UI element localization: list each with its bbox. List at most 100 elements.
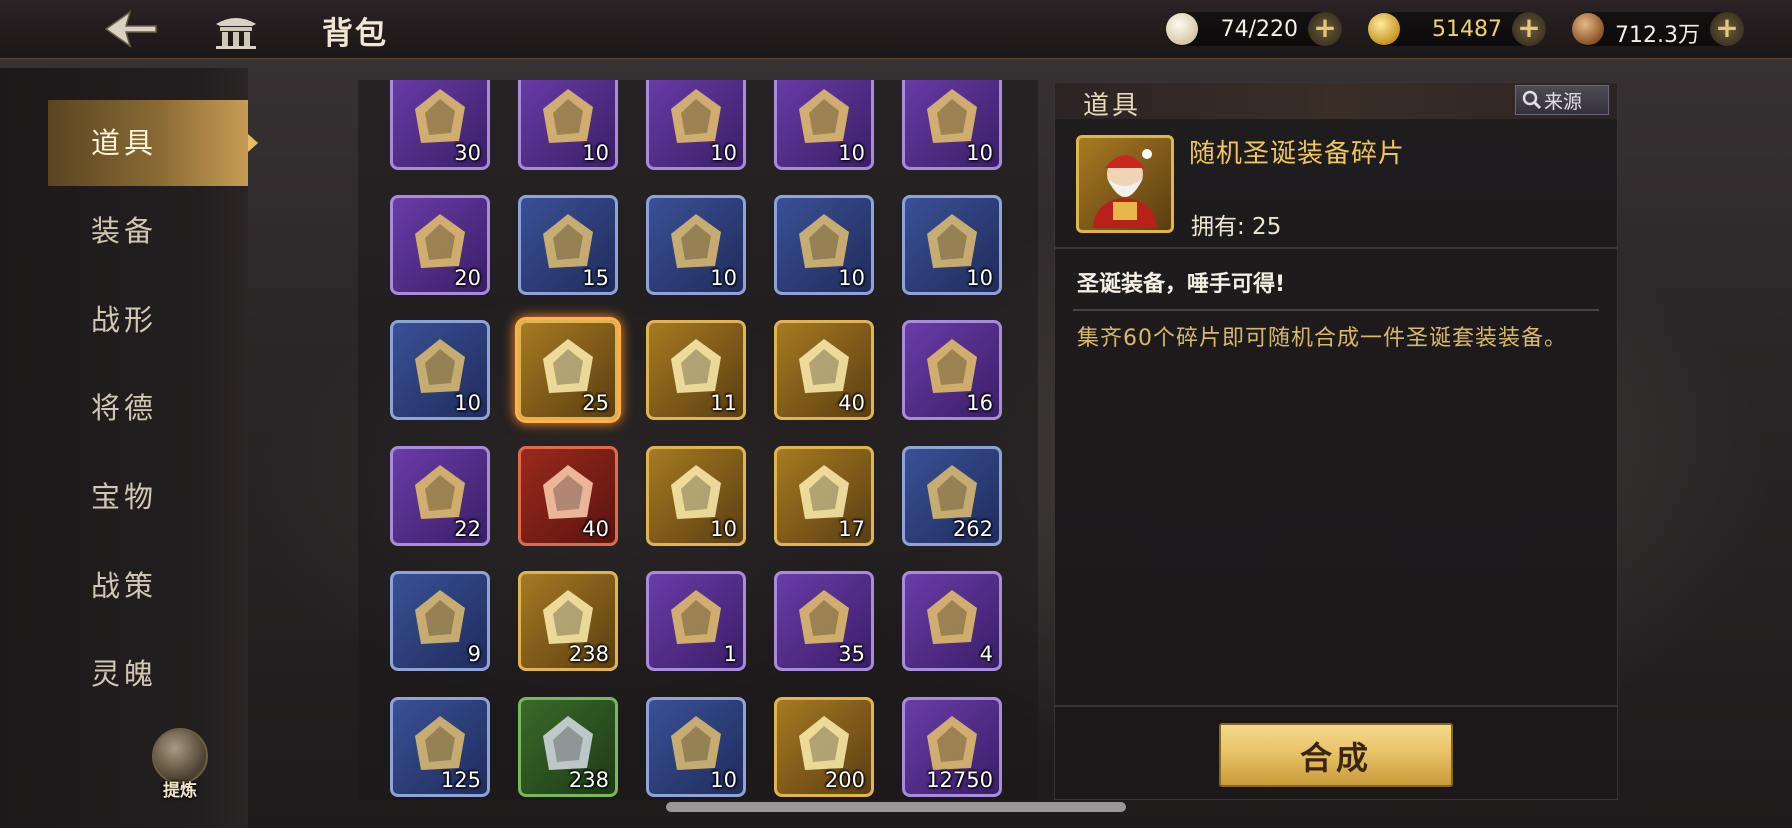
- horizontal-scrollbar[interactable]: [666, 802, 1126, 812]
- item-count: 10: [710, 141, 737, 165]
- compose-label: 合成: [1299, 739, 1372, 777]
- item-count: 10: [838, 266, 865, 290]
- item-count: 10: [582, 141, 609, 165]
- inventory-slot[interactable]: 1: [646, 571, 746, 671]
- sidebar-item-formation[interactable]: 战形: [48, 277, 248, 363]
- item-count: 40: [838, 391, 865, 415]
- inventory-slot[interactable]: 22: [390, 446, 490, 546]
- item-count: 10: [710, 768, 737, 792]
- item-count: 10: [966, 266, 993, 290]
- inventory-slot[interactable]: 40: [518, 446, 618, 546]
- inventory-slot[interactable]: 10: [774, 80, 874, 170]
- inventory-slot[interactable]: 30: [390, 80, 490, 170]
- inventory-slot[interactable]: 20: [390, 195, 490, 295]
- detail-header: 道具 来源: [1055, 83, 1617, 121]
- item-count: 10: [454, 391, 481, 415]
- item-count: 35: [838, 642, 865, 666]
- add-copper-button[interactable]: +: [1710, 12, 1744, 46]
- item-count: 10: [966, 141, 993, 165]
- inventory-slot[interactable]: 16: [902, 320, 1002, 420]
- add-gold-button[interactable]: +: [1512, 12, 1546, 46]
- source-button[interactable]: 来源: [1515, 85, 1609, 115]
- resource-value: 712.3万: [1615, 23, 1700, 48]
- inventory-slot[interactable]: 40: [774, 320, 874, 420]
- blue-crystal-cluster-icon: [927, 590, 977, 644]
- inventory-slot[interactable]: 10: [902, 80, 1002, 170]
- item-count: 17: [838, 517, 865, 541]
- top-bar: 背包 74/220 + 51487 + 712.3万 +: [0, 0, 1792, 59]
- selected-item-icon: [1076, 135, 1174, 233]
- copper-coin-icon: [1572, 13, 1604, 45]
- item-detail-panel: 道具 来源 随机圣诞装备碎片 拥有: 25 圣诞装备，唾手可得! 集齐60个碎片…: [1054, 82, 1618, 800]
- owned-count: 拥有: 25: [1191, 214, 1282, 240]
- item-count: 20: [454, 266, 481, 290]
- inventory-slot[interactable]: 12750: [902, 697, 1002, 797]
- resource-bun: 74/220 +: [1166, 12, 1342, 46]
- gold-ingot-icon: [1368, 13, 1400, 45]
- page-title: 背包: [322, 16, 388, 52]
- inventory-slot[interactable]: 35: [774, 571, 874, 671]
- inventory-slot[interactable]: 262: [902, 446, 1002, 546]
- item-count: 15: [582, 266, 609, 290]
- inventory-slot[interactable]: 10: [646, 697, 746, 797]
- palace-icon: [216, 18, 256, 49]
- sidebar-item-virtue[interactable]: 将德: [48, 365, 248, 451]
- item-count: 238: [568, 642, 609, 666]
- inventory-slot[interactable]: 10: [390, 320, 490, 420]
- item-count: 16: [966, 391, 993, 415]
- bun-icon: [1166, 13, 1198, 45]
- inventory-slot[interactable]: 10: [902, 195, 1002, 295]
- item-count: 25: [582, 391, 609, 415]
- inventory-slot[interactable]: 10: [518, 80, 618, 170]
- sidebar-item-treasure[interactable]: 宝物: [48, 454, 248, 540]
- inventory-slot[interactable]: 11: [646, 320, 746, 420]
- item-count: 262: [952, 517, 993, 541]
- inventory-slot[interactable]: 10: [646, 195, 746, 295]
- item-count: 10: [710, 266, 737, 290]
- item-count: 10: [838, 141, 865, 165]
- item-count: 9: [467, 642, 481, 666]
- sidebar-item-soul[interactable]: 灵魄: [48, 631, 248, 717]
- item-tagline: 圣诞装备，唾手可得!: [1077, 272, 1286, 297]
- item-count: 200: [824, 768, 865, 792]
- divider: [1055, 705, 1617, 707]
- divider: [1055, 247, 1617, 249]
- compose-button[interactable]: 合成: [1219, 723, 1453, 787]
- add-bun-button[interactable]: +: [1308, 12, 1342, 46]
- inventory-grid: 30 10 10 10 10 20 15 10 10 10 10 25 11 40 16 22 40 10 17 26…: [358, 80, 1038, 800]
- item-count: 11: [710, 391, 737, 415]
- inventory-slot[interactable]: 200: [774, 697, 874, 797]
- sidebar-item-strategy[interactable]: 战策: [48, 543, 248, 629]
- resource-copper: 712.3万 +: [1572, 12, 1744, 48]
- item-count: 10: [710, 517, 737, 541]
- sidebar-item-props[interactable]: 道具: [48, 100, 258, 186]
- inventory-slot[interactable]: 238: [518, 571, 618, 671]
- resource-value: 51487: [1432, 17, 1502, 42]
- divider: [1073, 309, 1599, 311]
- inventory-slot[interactable]: 17: [774, 446, 874, 546]
- resource-value: 74/220: [1220, 17, 1298, 42]
- detail-tab-label: 道具: [1083, 91, 1142, 121]
- inventory-slot[interactable]: 125: [390, 697, 490, 797]
- refine-button[interactable]: 提炼: [152, 728, 208, 802]
- refine-label: 提炼: [163, 781, 197, 801]
- inventory-slot[interactable]: 15: [518, 195, 618, 295]
- inventory-slot[interactable]: 10: [646, 446, 746, 546]
- search-icon: [1522, 90, 1542, 110]
- inventory-slot[interactable]: 4: [902, 571, 1002, 671]
- category-sidebar: 道具 装备 战形 将德 宝物 战策 灵魄: [0, 68, 258, 828]
- inventory-slot[interactable]: 10: [774, 195, 874, 295]
- resource-gold: 51487 +: [1368, 12, 1546, 46]
- inventory-slot[interactable]: 10: [646, 80, 746, 170]
- back-button[interactable]: [100, 8, 160, 50]
- home-button[interactable]: [212, 10, 260, 50]
- inventory-slot[interactable]: 238: [518, 697, 618, 797]
- sidebar-item-equipment[interactable]: 装备: [48, 188, 248, 274]
- item-count: 125: [440, 768, 481, 792]
- source-label: 来源: [1544, 91, 1583, 113]
- inventory-slot[interactable]: 25: [518, 320, 618, 420]
- santa-fragment-icon: [1093, 149, 1157, 228]
- inventory-slot[interactable]: 9: [390, 571, 490, 671]
- item-count: 1: [723, 642, 737, 666]
- item-count: 40: [582, 517, 609, 541]
